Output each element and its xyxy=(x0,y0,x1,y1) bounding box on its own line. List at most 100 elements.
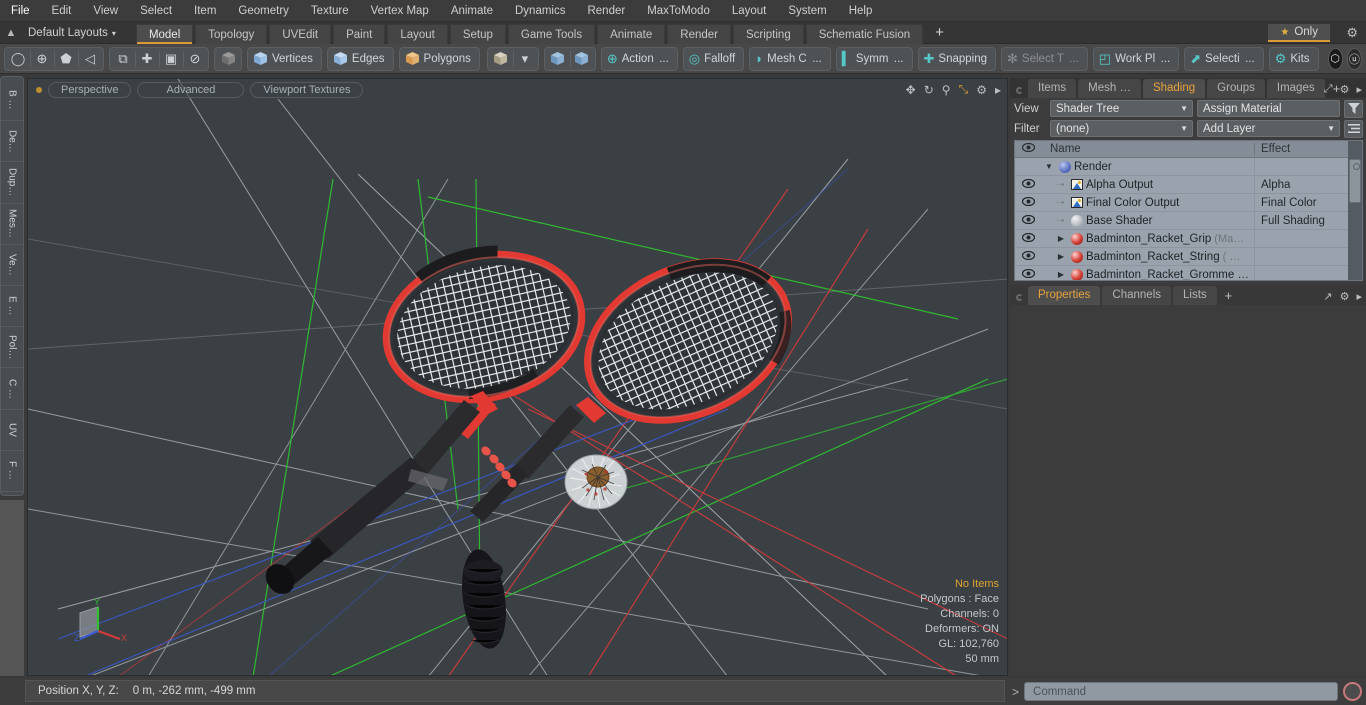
shader-tree-filter-dropdown[interactable]: (none) ▼ xyxy=(1050,120,1193,137)
left-tab-9[interactable]: F … xyxy=(1,451,23,493)
unreal-bridge-icon[interactable]: ⓤ xyxy=(1346,47,1362,70)
menu-item-system[interactable]: System xyxy=(777,0,837,22)
stack-tool[interactable]: ⧉ xyxy=(111,48,135,70)
materials-mode[interactable] xyxy=(489,48,513,70)
layout-tab-animate[interactable]: Animate xyxy=(597,23,666,44)
layout-tab-layout[interactable]: Layout xyxy=(387,23,448,44)
rotate-icon[interactable]: ↻ xyxy=(924,83,934,97)
shader-tree-effect-cell[interactable]: ▼ xyxy=(1254,229,1362,248)
shader-tree-row[interactable]: ··▪ Final Color Output Final Color▼ xyxy=(1015,193,1362,212)
menu-item-render[interactable]: Render xyxy=(576,0,636,22)
only-toggle-button[interactable]: ★ Only xyxy=(1268,24,1330,42)
visibility-eye-icon[interactable] xyxy=(1015,250,1042,263)
left-tab-4[interactable]: Ve… xyxy=(1,245,23,287)
add-layer-dropdown[interactable]: Add Layer ▼ xyxy=(1197,120,1340,137)
layout-tab-model[interactable]: Model xyxy=(135,23,194,44)
properties-collapse-icon[interactable] xyxy=(1016,294,1023,301)
panel-collapse-icon[interactable] xyxy=(1016,87,1023,94)
menu-item-view[interactable]: View xyxy=(82,0,129,22)
select-through[interactable]: ✻ Select T ... xyxy=(1003,48,1086,70)
globe-tool[interactable]: ⊕ xyxy=(30,48,54,70)
expander-icon[interactable]: ▶ xyxy=(1042,252,1068,261)
menu-item-file[interactable]: File xyxy=(0,0,41,22)
add-layout-tab-button[interactable]: + xyxy=(925,24,954,44)
expander-icon[interactable]: ▼ xyxy=(1042,162,1056,171)
expander-icon[interactable]: ··▪ xyxy=(1042,198,1068,207)
shader-tree-row[interactable]: ··▪ Alpha Output Alpha▼ xyxy=(1015,175,1362,194)
viewport-projection-selector[interactable]: Perspective xyxy=(48,82,132,98)
snapping[interactable]: ✚ Snapping xyxy=(920,48,995,70)
layout-preset-selector[interactable]: Default Layouts ▾ xyxy=(28,27,116,39)
selection-set[interactable]: ⬈ Selecti ... xyxy=(1186,48,1262,70)
move-pivot-tool[interactable] xyxy=(569,48,594,70)
right-tab-groups[interactable]: Groups xyxy=(1207,79,1265,98)
filter-icon[interactable] xyxy=(1344,99,1363,118)
list-options-icon[interactable] xyxy=(1344,119,1363,138)
menu-item-vertex-map[interactable]: Vertex Map xyxy=(360,0,440,22)
collapse-icon[interactable]: ▲ xyxy=(0,23,22,43)
position-readout[interactable]: Position X, Y, Z: 0 m, -262 mm, -499 mm xyxy=(25,680,1005,702)
viewport-shading-selector[interactable]: Advanced xyxy=(137,82,245,98)
left-tab-6[interactable]: Pol… xyxy=(1,327,23,369)
menu-icon[interactable]: ▸ xyxy=(1356,290,1362,303)
symmetry[interactable]: ▍ Symm ... xyxy=(838,48,911,70)
viewport-menu-icon[interactable]: ▸ xyxy=(995,83,1001,97)
layout-tab-schematic-fusion[interactable]: Schematic Fusion xyxy=(805,23,924,44)
menu-item-texture[interactable]: Texture xyxy=(300,0,360,22)
properties-tab-properties[interactable]: Properties xyxy=(1028,286,1101,305)
left-tab-7[interactable]: C … xyxy=(1,368,23,410)
assign-material-dropdown[interactable]: Assign Material xyxy=(1197,100,1340,117)
pen-tool[interactable]: ⬟ xyxy=(54,48,78,70)
menu-item-item[interactable]: Item xyxy=(183,0,227,22)
cross-tool[interactable]: ✚ xyxy=(135,48,159,70)
layout-tab-game-tools[interactable]: Game Tools xyxy=(507,23,596,44)
menu-item-help[interactable]: Help xyxy=(838,0,884,22)
expand-icon[interactable]: ↗ xyxy=(1323,290,1332,303)
expand-icon[interactable]: ⤢ xyxy=(1324,83,1333,96)
fit-icon[interactable]: ⤡ xyxy=(959,82,969,97)
left-tab-5[interactable]: E … xyxy=(1,286,23,328)
properties-tab-channels[interactable]: Channels xyxy=(1102,286,1172,305)
boxselect-tool[interactable]: ▣ xyxy=(159,48,183,70)
viewport-textures-selector[interactable]: Viewport Textures xyxy=(250,82,364,98)
shader-tree-row[interactable]: ▶ Badminton_Racket_Gromme … ▼ xyxy=(1015,265,1362,280)
layout-tab-uvedit[interactable]: UVEdit xyxy=(269,23,332,44)
shader-tree-effect-cell[interactable]: Alpha▼ xyxy=(1254,175,1362,194)
shader-tree-scrollbar[interactable] xyxy=(1348,141,1362,280)
shader-tree-row[interactable]: ▶ Badminton_Racket_String( … ▼ xyxy=(1015,247,1362,266)
command-input[interactable]: Command xyxy=(1024,682,1338,701)
layout-tab-render[interactable]: Render xyxy=(667,23,731,44)
shader-tree-row[interactable]: ··▪ Base Shader Full Shading▼ xyxy=(1015,211,1362,230)
right-tab-shading[interactable]: Shading xyxy=(1142,79,1206,98)
visibility-eye-icon[interactable] xyxy=(1015,214,1042,227)
mesh-constraint[interactable]: ◗ Mesh C ... xyxy=(751,48,829,70)
circle-tool[interactable]: ◯ xyxy=(6,48,30,70)
properties-tab-lists[interactable]: Lists xyxy=(1173,286,1217,305)
modo-bridge-icon[interactable]: ⬡ xyxy=(1327,47,1343,70)
shader-tree-effect-cell[interactable]: ▼ xyxy=(1254,247,1362,266)
command-record-button[interactable] xyxy=(1343,682,1362,701)
visibility-eye-icon[interactable] xyxy=(1015,178,1042,191)
menu-item-animate[interactable]: Animate xyxy=(440,0,504,22)
shader-tree[interactable]: Name Effect ▼Render··▪Alpha OutputAlpha▼… xyxy=(1014,140,1363,281)
expander-icon[interactable]: ··▪ xyxy=(1042,180,1068,189)
vertices-mode[interactable]: Vertices xyxy=(249,48,320,70)
menu-item-maxtomodo[interactable]: MaxToModo xyxy=(636,0,721,22)
gear-icon[interactable]: ⚙ xyxy=(1340,290,1350,303)
viewport-settings-icon[interactable]: ⚙ xyxy=(976,83,987,97)
action-center[interactable]: ⊕ Action ... xyxy=(603,48,676,70)
kits[interactable]: ⚙ Kits xyxy=(1271,48,1317,70)
expander-icon[interactable]: ▶ xyxy=(1042,270,1068,279)
panel-gear-icon[interactable]: ⚙ xyxy=(1340,83,1350,96)
expander-icon[interactable]: ▶ xyxy=(1042,234,1068,243)
menu-item-geometry[interactable]: Geometry xyxy=(227,0,300,22)
right-tab-images[interactable]: Images xyxy=(1266,79,1325,98)
expander-icon[interactable]: ··▪ xyxy=(1042,216,1068,225)
shader-tree-effect-cell[interactable]: ▼ xyxy=(1254,265,1362,280)
shader-tree-row[interactable]: ▼ Render xyxy=(1015,157,1362,176)
shader-tree-effect-cell[interactable]: Full Shading▼ xyxy=(1254,211,1362,230)
visibility-eye-icon[interactable] xyxy=(1015,232,1042,245)
pan-icon[interactable]: ✥ xyxy=(906,83,916,97)
shader-tree-effect-cell[interactable]: Final Color▼ xyxy=(1254,193,1362,212)
menu-item-edit[interactable]: Edit xyxy=(41,0,83,22)
